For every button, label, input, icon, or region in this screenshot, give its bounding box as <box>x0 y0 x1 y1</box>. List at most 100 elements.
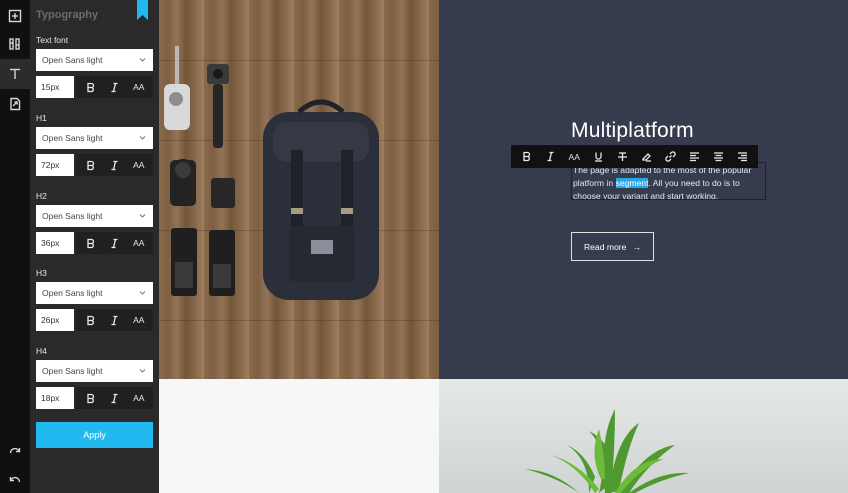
case-button[interactable]: AA <box>565 148 583 166</box>
eraser-icon <box>642 153 652 162</box>
font-size-input-h4[interactable]: 18px <box>36 387 74 409</box>
group-label-text-font: Text font <box>36 35 69 45</box>
bold-button[interactable] <box>78 232 102 254</box>
font-size-input-h1[interactable]: 72px <box>36 154 74 176</box>
chevron-down-icon <box>139 214 146 218</box>
italic-icon <box>111 315 118 325</box>
plant-illustration <box>525 409 689 493</box>
plant-photo <box>439 379 848 493</box>
font-select-value: Open Sans light <box>42 288 103 298</box>
italic-icon <box>111 82 118 92</box>
layout-icon[interactable] <box>0 29 30 59</box>
chevron-down-icon <box>139 136 146 140</box>
icon-rail <box>0 0 30 493</box>
bold-icon <box>522 151 530 162</box>
italic-button[interactable] <box>102 76 126 98</box>
align-center-icon <box>714 152 724 162</box>
case-button[interactable]: AA <box>127 232 151 254</box>
chevron-down-icon <box>139 369 146 373</box>
align-right-icon <box>738 152 748 162</box>
format-controls: AA <box>76 232 153 254</box>
hero-text-line: platform in <box>573 178 616 188</box>
read-more-label: Read more <box>583 241 627 252</box>
font-size-input-h2[interactable]: 36px <box>36 232 74 254</box>
arrow-right-icon: → <box>632 241 642 252</box>
panel-title: Typography <box>36 9 99 21</box>
underline-icon <box>594 152 602 162</box>
chevron-down-icon <box>139 58 146 62</box>
font-select-h2[interactable]: Open Sans light <box>36 205 153 227</box>
group-label-h1: H1 <box>36 113 47 123</box>
link-button[interactable] <box>662 148 680 166</box>
link-icon <box>665 151 676 162</box>
hero-text-line: choose your variant and start working. <box>573 191 719 200</box>
hero-title[interactable]: Multiplatform <box>571 119 694 143</box>
bold-button[interactable] <box>517 148 535 166</box>
bold-icon <box>87 393 94 403</box>
italic-button[interactable] <box>102 387 126 409</box>
align-right-button[interactable] <box>734 148 752 166</box>
undo-icon[interactable] <box>0 465 30 493</box>
italic-button[interactable] <box>541 148 559 166</box>
font-select-h3[interactable]: Open Sans light <box>36 282 153 304</box>
clear-format-button[interactable] <box>638 148 656 166</box>
text-format-toolbar: AA <box>511 145 758 168</box>
format-controls: AA <box>76 387 153 409</box>
italic-button[interactable] <box>102 309 126 331</box>
photo-illustration <box>164 46 379 300</box>
italic-icon <box>547 151 554 162</box>
chevron-down-icon <box>139 291 146 295</box>
italic-button[interactable] <box>102 154 126 176</box>
bold-icon <box>87 82 94 92</box>
bold-icon <box>87 315 94 325</box>
export-icon[interactable] <box>0 89 30 119</box>
font-select-value: Open Sans light <box>42 366 103 376</box>
bold-button[interactable] <box>78 309 102 331</box>
format-controls: AA <box>76 309 153 331</box>
format-controls: AA <box>76 76 153 98</box>
align-center-button[interactable] <box>710 148 728 166</box>
hero-photo <box>159 0 439 379</box>
group-label-h4: H4 <box>36 346 47 356</box>
align-left-button[interactable] <box>686 148 704 166</box>
redo-icon[interactable] <box>0 437 30 467</box>
typography-panel: Typography Text font Open Sans light 15p… <box>30 0 159 493</box>
strikethrough-button[interactable] <box>613 148 631 166</box>
italic-icon <box>111 393 118 403</box>
align-left-icon <box>690 152 700 162</box>
italic-icon <box>111 160 118 170</box>
font-size-input-text[interactable]: 15px <box>36 76 74 98</box>
bold-button[interactable] <box>78 154 102 176</box>
bold-button[interactable] <box>78 387 102 409</box>
text-icon[interactable] <box>0 59 30 89</box>
group-label-h3: H3 <box>36 268 47 278</box>
font-select-value: Open Sans light <box>42 133 103 143</box>
case-button[interactable]: AA <box>127 76 151 98</box>
font-select-text[interactable]: Open Sans light <box>36 49 153 71</box>
read-more-button[interactable]: Read more → <box>571 232 654 261</box>
add-icon[interactable] <box>0 1 30 31</box>
bottom-left-section <box>159 379 439 493</box>
case-button[interactable]: AA <box>127 309 151 331</box>
bookmark-icon[interactable] <box>137 0 148 20</box>
font-select-value: Open Sans light <box>42 55 103 65</box>
underline-button[interactable] <box>589 148 607 166</box>
case-button[interactable]: AA <box>127 387 151 409</box>
bold-icon <box>87 160 94 170</box>
bold-button[interactable] <box>78 76 102 98</box>
font-select-h4[interactable]: Open Sans light <box>36 360 153 382</box>
format-controls: AA <box>76 154 153 176</box>
italic-icon <box>111 238 118 248</box>
italic-button[interactable] <box>102 232 126 254</box>
font-size-input-h3[interactable]: 26px <box>36 309 74 331</box>
strikethrough-icon <box>617 152 627 161</box>
font-select-h1[interactable]: Open Sans light <box>36 127 153 149</box>
case-button[interactable]: AA <box>127 154 151 176</box>
group-label-h2: H2 <box>36 191 47 201</box>
selected-text[interactable]: segment <box>615 178 649 188</box>
hero-text-line: . All you need to do is to <box>648 178 740 188</box>
apply-button[interactable]: Apply <box>36 422 153 448</box>
bold-icon <box>87 238 94 248</box>
hero-section: Multiplatform The page is adapted to the… <box>439 0 848 379</box>
font-select-value: Open Sans light <box>42 211 103 221</box>
